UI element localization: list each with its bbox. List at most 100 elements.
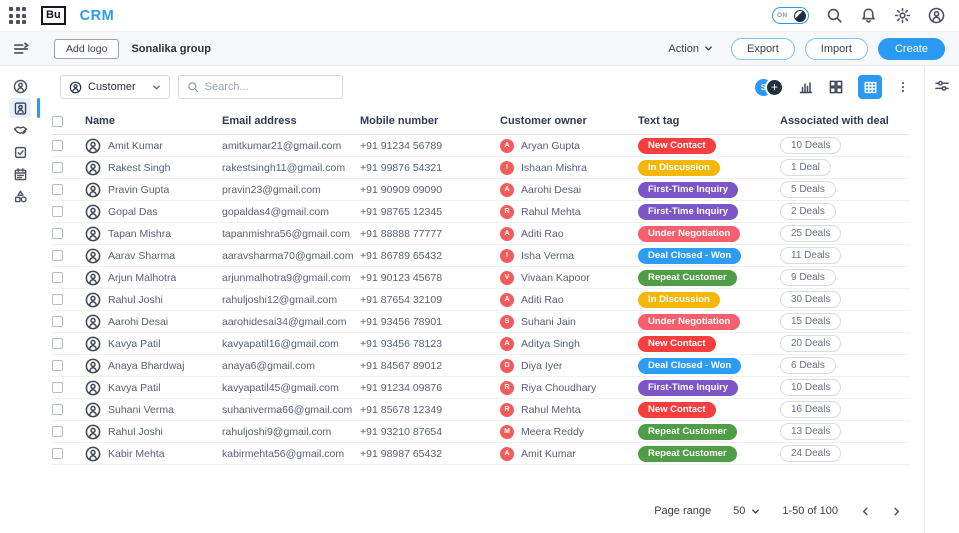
column-header-name[interactable]: Name [85, 115, 115, 127]
contact-avatar-icon [85, 182, 101, 197]
contact-name: Rakest Singh [108, 161, 171, 174]
column-header-owner[interactable]: Customer owner [500, 115, 587, 127]
import-button[interactable]: Import [804, 37, 868, 60]
prev-page-button[interactable] [860, 506, 871, 517]
page-size-select[interactable]: 50 [733, 505, 760, 517]
table-view-button[interactable] [858, 75, 882, 99]
owner-name: Riya Choudhary [521, 381, 597, 394]
contact-avatar-icon [85, 402, 101, 417]
row-checkbox[interactable] [52, 206, 63, 217]
row-checkbox[interactable] [52, 448, 63, 459]
sidebar-collapse-icon[interactable] [12, 40, 30, 58]
column-header-email[interactable]: Email address [222, 115, 297, 127]
create-button[interactable]: Create [877, 37, 945, 60]
dark-mode-toggle[interactable]: ON [772, 7, 809, 24]
row-checkbox[interactable] [52, 272, 63, 283]
owner-avatar: A [500, 138, 514, 153]
member-avatar-stack[interactable]: S + [755, 77, 784, 97]
owner-avatar: A [500, 292, 514, 307]
right-rail [924, 66, 959, 533]
owner-name: Aditi Rao [521, 227, 564, 240]
contact-name: Amit Kumar [108, 139, 163, 152]
owner-avatar: A [500, 336, 514, 351]
column-header-mobile[interactable]: Mobile number [360, 115, 438, 127]
table-row[interactable]: Suhani Verma suhaniverma66@gmail.com +91… [52, 399, 910, 421]
table-row[interactable]: Aarohi Desai aarohidesai34@gmail.com +91… [52, 311, 910, 333]
owner-name: Aryan Gupta [521, 139, 580, 152]
sidebar-item-tasks[interactable] [0, 141, 40, 163]
table-row[interactable]: Anaya Bhardwaj anaya6@gmail.com +91 8456… [52, 355, 910, 377]
page-range-label: Page range [654, 505, 712, 517]
sidebar-item-contacts[interactable] [0, 75, 40, 97]
table-row[interactable]: Kavya Patil kavyapatil16@gmail.com +91 9… [52, 333, 910, 355]
sidebar-item-deals[interactable] [0, 119, 40, 141]
table-row[interactable]: Kabir Mehta kabirmehta56@gmail.com +91 9… [52, 443, 910, 465]
add-member-icon[interactable]: + [765, 77, 784, 97]
row-checkbox[interactable] [52, 382, 63, 393]
table-row[interactable]: Tapan Mishra tapanmishra56@gmail.com +91… [52, 223, 910, 245]
contact-avatar-icon [85, 380, 101, 395]
bell-icon[interactable] [860, 7, 877, 24]
table-row[interactable]: Pravin Gupta pravin23@gmail.com +91 9090… [52, 179, 910, 201]
select-all-checkbox[interactable] [52, 115, 63, 127]
table-row[interactable]: Amit Kumar amitkumar21@gmail.com +91 912… [52, 135, 910, 157]
profile-icon[interactable] [928, 7, 945, 24]
text-tag: First-Time Inquiry [638, 181, 739, 198]
text-tag: Deal Closed - Won [638, 247, 742, 264]
app-launcher-icon[interactable] [9, 7, 26, 24]
table-row[interactable]: Rahul Joshi rahuljoshi9@gmail.com +91 93… [52, 421, 910, 443]
deals-badge: 5 Deals [780, 181, 836, 198]
contact-avatar-icon [85, 292, 101, 307]
add-logo-button[interactable]: Add logo [54, 38, 120, 59]
table-row[interactable]: Aarav Sharma aaravsharma70@gmail.com +91… [52, 245, 910, 267]
column-header-deal[interactable]: Associated with deal [780, 115, 889, 127]
mobile-cell: +91 90123 45678 [360, 271, 443, 284]
row-checkbox[interactable] [52, 360, 63, 371]
export-button[interactable]: Export [730, 37, 795, 60]
column-header-tag[interactable]: Text tag [638, 115, 679, 127]
mobile-cell: +91 93210 87654 [360, 425, 443, 438]
shapes-icon [9, 186, 31, 206]
chart-view-icon[interactable] [798, 79, 814, 95]
owner-avatar: A [500, 182, 514, 197]
table-row[interactable]: Gopal Das gopaldas4@gmail.com +91 98765 … [52, 201, 910, 223]
action-dropdown[interactable]: Action [668, 43, 713, 55]
table-row[interactable]: Rakest Singh rakestsingh11@gmail.com +91… [52, 157, 910, 179]
sidebar-item-calendar[interactable] [0, 163, 40, 185]
row-checkbox[interactable] [52, 228, 63, 239]
row-checkbox[interactable] [52, 338, 63, 349]
email-cell: gopaldas4@gmail.com [222, 205, 329, 218]
contact-avatar-icon [85, 446, 101, 461]
owner-name: Ishaan Mishra [521, 161, 587, 174]
row-checkbox[interactable] [52, 294, 63, 305]
table-row[interactable]: Rahul Joshi rahuljoshi12@gmail.com +91 8… [52, 289, 910, 311]
contact-name: Suhani Verma [108, 403, 174, 416]
owner-avatar: A [500, 446, 514, 461]
row-checkbox[interactable] [52, 140, 63, 151]
row-checkbox[interactable] [52, 404, 63, 415]
contact-name: Rahul Joshi [108, 293, 163, 306]
row-checkbox[interactable] [52, 184, 63, 195]
sidebar-item-products[interactable] [0, 185, 40, 207]
row-checkbox[interactable] [52, 316, 63, 327]
entity-select[interactable]: Customer [60, 75, 170, 99]
owner-avatar: A [500, 226, 514, 241]
email-cell: anaya6@gmail.com [222, 359, 315, 372]
sidebar-item-customers[interactable] [0, 97, 40, 119]
next-page-button[interactable] [891, 506, 902, 517]
owner-avatar: R [500, 402, 514, 417]
row-checkbox[interactable] [52, 426, 63, 437]
row-checkbox[interactable] [52, 162, 63, 173]
filter-icon[interactable] [934, 78, 950, 94]
search-input[interactable] [204, 81, 325, 93]
search-icon[interactable] [826, 7, 843, 24]
owner-name: Rahul Mehta [521, 205, 581, 218]
kanban-view-icon[interactable] [828, 79, 844, 95]
gear-icon[interactable] [894, 7, 911, 24]
table-row[interactable]: Kavya Patil kavyapatil45@gmail.com +91 9… [52, 377, 910, 399]
table-row[interactable]: Arjun Malhotra arjunmalhotra9@gmail.com … [52, 267, 910, 289]
kebab-menu-icon[interactable] [896, 80, 910, 94]
text-tag: Under Negotiation [638, 313, 741, 330]
row-checkbox[interactable] [52, 250, 63, 261]
email-cell: rahuljoshi12@gmail.com [222, 293, 338, 306]
